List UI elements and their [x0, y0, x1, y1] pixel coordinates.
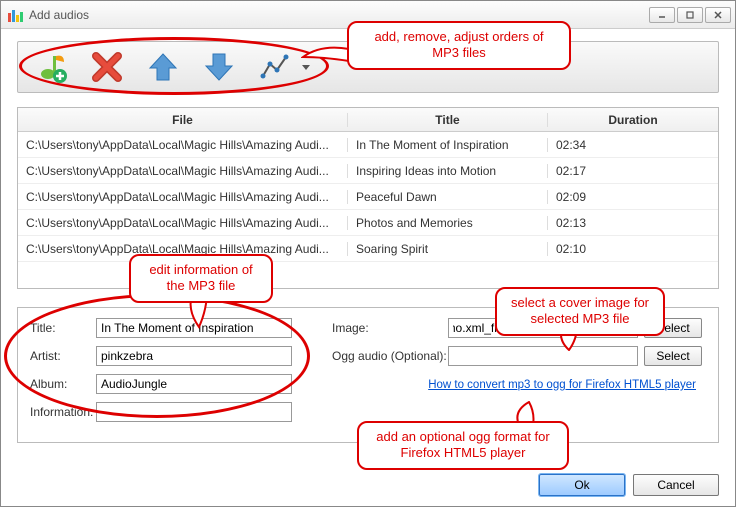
app-icon: [7, 7, 23, 23]
table-row[interactable]: C:\Users\tony\AppData\Local\Magic Hills\…: [18, 236, 718, 262]
cell-duration: 02:34: [548, 138, 718, 152]
cell-duration: 02:09: [548, 190, 718, 204]
delete-icon[interactable]: [90, 50, 124, 84]
cell-file: C:\Users\tony\AppData\Local\Magic Hills\…: [18, 190, 348, 204]
table-row[interactable]: C:\Users\tony\AppData\Local\Magic Hills\…: [18, 210, 718, 236]
chart-icon[interactable]: [258, 50, 292, 84]
audio-table: File Title Duration C:\Users\tony\AppDat…: [17, 107, 719, 289]
image-label: Image:: [332, 321, 382, 335]
cell-file: C:\Users\tony\AppData\Local\Magic Hills\…: [18, 164, 348, 178]
window-title: Add audios: [29, 8, 649, 22]
cell-duration: 02:17: [548, 164, 718, 178]
cell-duration: 02:10: [548, 242, 718, 256]
cell-title: In The Moment of Inspiration: [348, 138, 548, 152]
convert-link[interactable]: How to convert mp3 to ogg for Firefox HT…: [428, 379, 696, 391]
ogg-field[interactable]: [448, 346, 638, 366]
move-down-icon[interactable]: [202, 50, 236, 84]
cell-file: C:\Users\tony\AppData\Local\Magic Hills\…: [18, 138, 348, 152]
cell-title: Peaceful Dawn: [348, 190, 548, 204]
col-title-header[interactable]: Title: [348, 113, 548, 127]
cancel-button[interactable]: Cancel: [633, 474, 719, 496]
table-header: File Title Duration: [18, 108, 718, 132]
cell-file: C:\Users\tony\AppData\Local\Magic Hills\…: [18, 216, 348, 230]
annotation-ogg-hint: add an optional ogg format for Firefox H…: [357, 421, 569, 470]
col-file-header[interactable]: File: [18, 113, 348, 127]
album-field[interactable]: [96, 374, 292, 394]
annotation-form-hint: edit information of the MP3 file: [129, 254, 273, 303]
cell-title: Photos and Memories: [348, 216, 548, 230]
select-ogg-button[interactable]: Select: [644, 346, 702, 366]
minimize-button[interactable]: [649, 7, 675, 23]
maximize-button[interactable]: [677, 7, 703, 23]
annotation-image-hint: select a cover image for selected MP3 fi…: [495, 287, 665, 336]
table-row[interactable]: C:\Users\tony\AppData\Local\Magic Hills\…: [18, 158, 718, 184]
table-row[interactable]: C:\Users\tony\AppData\Local\Magic Hills\…: [18, 132, 718, 158]
album-label: Album:: [30, 377, 96, 391]
close-button[interactable]: [705, 7, 731, 23]
table-row[interactable]: C:\Users\tony\AppData\Local\Magic Hills\…: [18, 184, 718, 210]
annotation-toolbar-hint: add, remove, adjust orders of MP3 files: [347, 21, 571, 70]
ogg-label: Ogg audio (Optional):: [332, 349, 448, 363]
info-field[interactable]: [96, 402, 292, 422]
info-label: Information:: [30, 405, 96, 419]
title-label: Title:: [30, 321, 96, 335]
cell-title: Inspiring Ideas into Motion: [348, 164, 548, 178]
artist-label: Artist:: [30, 349, 96, 363]
move-up-icon[interactable]: [146, 50, 180, 84]
cell-title: Soaring Spirit: [348, 242, 548, 256]
col-duration-header[interactable]: Duration: [548, 113, 718, 127]
add-audio-icon[interactable]: [34, 50, 68, 84]
annotation-tail: [301, 39, 351, 69]
cell-duration: 02:13: [548, 216, 718, 230]
ok-button[interactable]: Ok: [539, 474, 625, 496]
artist-field[interactable]: [96, 346, 292, 366]
